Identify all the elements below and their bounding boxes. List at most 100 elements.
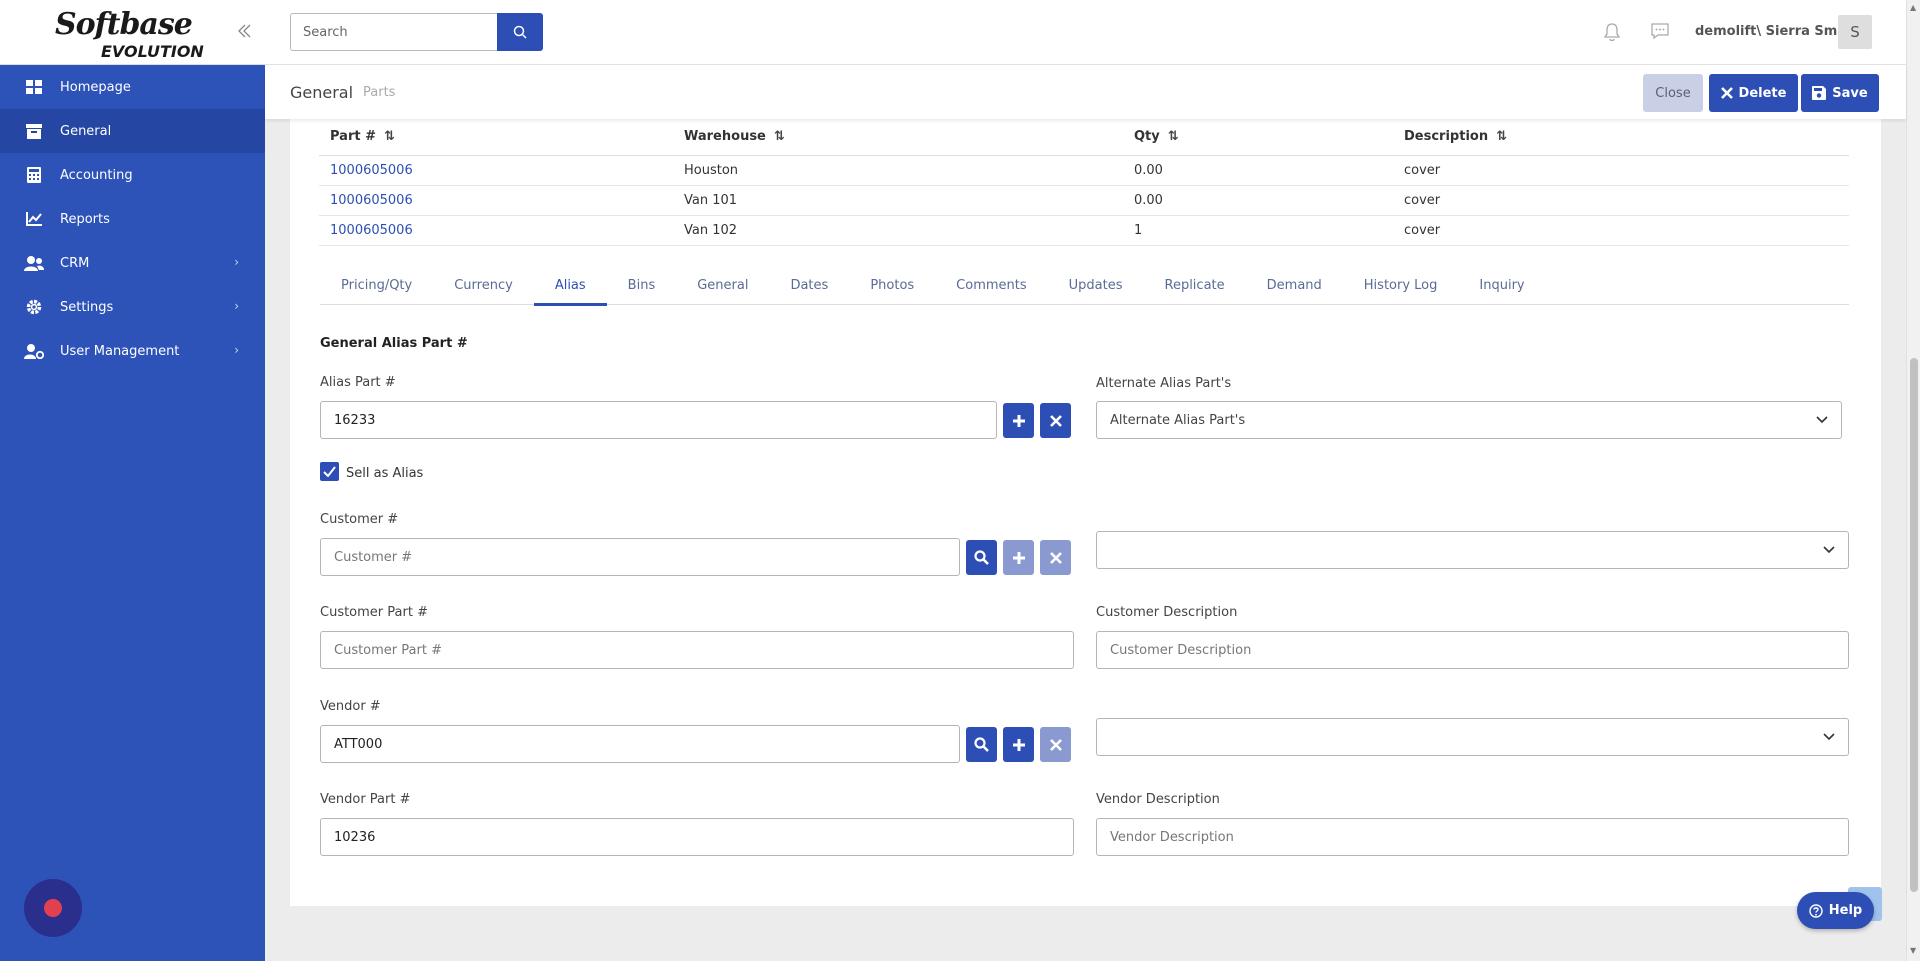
record-button[interactable]	[24, 879, 82, 937]
sidebar-item-reports[interactable]: Reports	[0, 197, 265, 241]
sidebar-nav: Homepage General Accounting Reports CRM	[0, 65, 265, 373]
column-header-label: Part #	[330, 129, 376, 145]
sell-as-alias-checkbox[interactable]	[320, 462, 339, 481]
help-button[interactable]: Help	[1797, 892, 1874, 929]
table-row[interactable]: 1000605006 Houston 0.00 cover	[319, 155, 1849, 186]
tab-alias[interactable]: Alias	[533, 265, 607, 306]
customer-input[interactable]	[320, 538, 960, 576]
customer-search-button[interactable]	[966, 540, 997, 575]
notifications-bell-icon[interactable]	[1603, 22, 1621, 46]
qty-cell: 1	[1123, 215, 1393, 246]
sort-icon[interactable]: ⇅	[384, 129, 395, 144]
column-header-part[interactable]: Part # ⇅	[319, 119, 673, 156]
sell-as-alias-label[interactable]: Sell as Alias	[346, 466, 423, 481]
alias-part-input[interactable]	[320, 401, 997, 439]
customer-select[interactable]	[1096, 531, 1849, 569]
vendor-search-button[interactable]	[966, 727, 997, 762]
alternate-alias-select[interactable]: Alternate Alias Part's	[1096, 401, 1842, 439]
sort-icon[interactable]: ⇅	[774, 129, 785, 144]
close-button[interactable]: Close	[1643, 74, 1703, 112]
clear-alias-button[interactable]	[1040, 403, 1071, 438]
page-header: General Parts Close Delete Save	[265, 65, 1906, 119]
breadcrumb-parts[interactable]: Parts	[363, 85, 395, 100]
sidebar-item-settings[interactable]: Settings ›	[0, 285, 265, 329]
column-header-label: Description	[1404, 129, 1489, 145]
table-row[interactable]: 1000605006 Van 102 1 cover	[319, 215, 1849, 246]
topbar: demolift\ Sierra Smith S	[265, 0, 1906, 65]
tab-currency[interactable]: Currency	[433, 265, 534, 305]
scroll-up-arrow-icon[interactable]: ▲	[1910, 3, 1916, 12]
chart-line-icon	[24, 210, 44, 228]
logo[interactable]: Softbase	[55, 10, 193, 40]
close-icon	[1049, 414, 1062, 427]
tab-general[interactable]: General	[676, 265, 769, 305]
sort-icon[interactable]: ⇅	[1168, 129, 1179, 144]
sidebar-item-label: User Management	[60, 343, 180, 359]
description-cell: cover	[1393, 215, 1849, 246]
vendor-input[interactable]	[320, 725, 960, 763]
tab-bins[interactable]: Bins	[607, 265, 677, 305]
part-number-link[interactable]: 1000605006	[319, 185, 673, 216]
tab-photos[interactable]: Photos	[849, 265, 935, 305]
tab-inquiry[interactable]: Inquiry	[1458, 265, 1545, 305]
add-alias-button[interactable]	[1003, 403, 1034, 438]
save-button[interactable]: Save	[1801, 74, 1879, 112]
column-header-description[interactable]: Description ⇅	[1393, 119, 1849, 156]
floppy-disk-icon	[1812, 86, 1827, 100]
customer-add-button[interactable]	[1003, 540, 1034, 575]
tab-replicate[interactable]: Replicate	[1144, 265, 1246, 305]
vendor-clear-button[interactable]	[1040, 727, 1071, 762]
sidebar-item-accounting[interactable]: Accounting	[0, 153, 265, 197]
sort-icon[interactable]: ⇅	[1496, 129, 1507, 144]
delete-button-label: Delete	[1738, 85, 1787, 101]
column-header-warehouse[interactable]: Warehouse ⇅	[673, 119, 1123, 156]
sidebar-item-crm[interactable]: CRM ›	[0, 241, 265, 285]
sidebar-item-user-management[interactable]: User Management ›	[0, 329, 265, 373]
user-name[interactable]: demolift\ Sierra Smith	[1695, 24, 1857, 39]
help-label: Help	[1828, 903, 1863, 918]
delete-button[interactable]: Delete	[1709, 74, 1798, 112]
page-scrollbar[interactable]: ▲ ▼	[1906, 0, 1920, 961]
breadcrumb-general[interactable]: General	[290, 83, 353, 102]
part-number-link[interactable]: 1000605006	[319, 215, 673, 246]
customer-description-input[interactable]	[1096, 631, 1849, 669]
vendor-part-input[interactable]	[320, 818, 1074, 856]
sidebar-item-label: Settings	[60, 299, 114, 315]
chevron-right-icon: ›	[234, 299, 239, 313]
sidebar-item-general[interactable]: General	[0, 109, 265, 153]
vendor-select[interactable]	[1096, 718, 1849, 756]
chat-icon[interactable]	[1650, 22, 1670, 44]
tab-comments[interactable]: Comments	[935, 265, 1047, 305]
customer-clear-button[interactable]	[1040, 540, 1071, 575]
logo-subtitle: EVOLUTION	[101, 42, 204, 61]
column-header-qty[interactable]: Qty ⇅	[1123, 119, 1393, 156]
tab-demand[interactable]: Demand	[1246, 265, 1343, 305]
sidebar-item-homepage[interactable]: Homepage	[0, 65, 265, 109]
description-cell: cover	[1393, 185, 1849, 216]
dashboard-icon	[24, 78, 44, 96]
tab-updates[interactable]: Updates	[1048, 265, 1144, 305]
search-button[interactable]	[497, 13, 543, 51]
tab-history-log[interactable]: History Log	[1343, 265, 1459, 305]
collapse-sidebar-icon[interactable]	[236, 22, 256, 42]
alternate-alias-label: Alternate Alias Part's	[1096, 376, 1232, 391]
scroll-down-arrow-icon[interactable]: ▼	[1910, 946, 1916, 955]
table-row[interactable]: 1000605006 Van 101 0.00 cover	[319, 185, 1849, 216]
part-number-link[interactable]: 1000605006	[319, 155, 673, 186]
tab-dates[interactable]: Dates	[769, 265, 849, 305]
logo-area: Softbase EVOLUTION	[0, 0, 265, 65]
search-input[interactable]	[290, 13, 503, 51]
part-detail-card: Part # ⇅ Warehouse ⇅ Qty ⇅ Description ⇅ 100…	[290, 119, 1881, 906]
tab-pricing-qty[interactable]: Pricing/Qty	[320, 265, 433, 305]
vendor-label: Vendor #	[320, 699, 381, 714]
avatar[interactable]: S	[1838, 15, 1872, 49]
vendor-description-input[interactable]	[1096, 818, 1849, 856]
scrollbar-thumb[interactable]	[1910, 358, 1918, 892]
section-title: General Alias Part #	[320, 336, 468, 351]
plus-icon	[1012, 414, 1025, 427]
search-icon	[513, 25, 527, 39]
column-header-label: Qty	[1134, 129, 1160, 145]
plus-icon	[1012, 738, 1025, 751]
customer-part-input[interactable]	[320, 631, 1074, 669]
vendor-add-button[interactable]	[1003, 727, 1034, 762]
